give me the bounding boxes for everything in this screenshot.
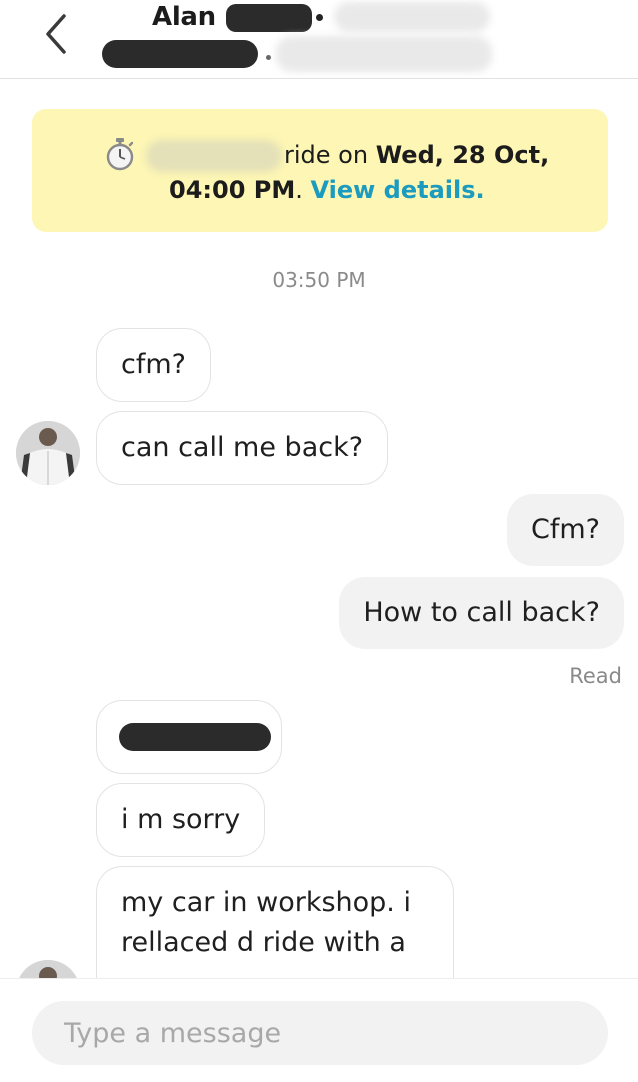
redacted-message-text [119, 723, 271, 751]
redacted-vehicle [102, 40, 258, 68]
outgoing-message: Cfm? [507, 494, 624, 566]
message-composer [0, 978, 638, 1082]
banner-text-line-2: 04:00 PM. View details. [169, 176, 485, 204]
stopwatch-icon [106, 138, 134, 171]
outgoing-message: How to call back? [339, 577, 624, 649]
blurred-plate [334, 2, 490, 32]
banner-date: Wed, 28 Oct, [375, 141, 550, 169]
blurred-service-name [146, 140, 282, 172]
redacted-surname [226, 4, 312, 32]
incoming-message: i m sorry [96, 783, 266, 857]
separator-dot [316, 14, 323, 21]
incoming-message: can call me back? [96, 411, 389, 485]
view-details-link[interactable]: View details. [311, 176, 485, 204]
contact-name: Alan [152, 2, 216, 32]
back-button[interactable] [36, 12, 76, 56]
chevron-left-icon [46, 14, 66, 54]
blurred-vehicle-detail [276, 36, 492, 72]
avatar [16, 421, 80, 485]
incoming-message: cfm? [96, 328, 211, 402]
banner-ride-text: ride on [284, 141, 376, 169]
banner-text-line-1: ride on Wed, 28 Oct, [284, 141, 549, 169]
separator-dot-2 [266, 55, 271, 60]
banner-time: 04:00 PM [169, 176, 296, 204]
incoming-message-redacted [96, 700, 282, 774]
driver-photo [16, 421, 80, 485]
message-input[interactable] [32, 1001, 608, 1065]
read-receipt: Read [569, 664, 622, 688]
chat-header: Alan [0, 0, 638, 79]
message-timestamp: 03:50 PM [272, 268, 366, 292]
banner-separator: . [295, 176, 311, 204]
